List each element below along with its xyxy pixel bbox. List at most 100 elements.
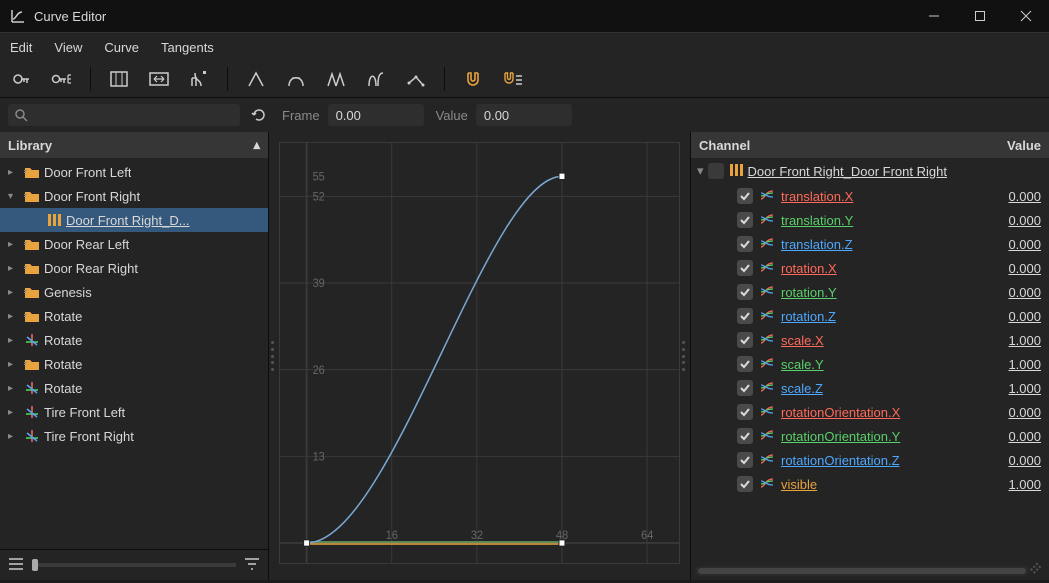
channel-row[interactable]: rotation.Y0.000 [691,280,1049,304]
menu-curve[interactable]: Curve [104,40,139,55]
menu-tangents[interactable]: Tangents [161,40,214,55]
curve-graph[interactable]: 555239261316324864 [269,132,690,580]
minimize-button[interactable] [911,0,957,32]
channel-checkbox[interactable] [737,356,753,372]
channel-panel: Channel Value ▾ Door Front Right_Door Fr… [690,132,1049,580]
channel-value[interactable]: 0.000 [1008,213,1041,228]
library-item[interactable]: ▸Door Front Left [0,160,268,184]
refresh-button[interactable] [248,104,270,126]
library-item[interactable]: ▸Door Rear Left [0,232,268,256]
filter-icon[interactable] [244,557,260,574]
resize-grip-icon[interactable]: ⠿ [1026,560,1049,583]
zoom-slider[interactable] [32,563,236,567]
search-input[interactable] [8,104,240,126]
channel-value[interactable]: 0.000 [1008,453,1041,468]
library-item[interactable]: Door Front Right_D... [0,208,268,232]
channel-row[interactable]: visible1.000 [691,472,1049,496]
chevron-right-icon[interactable]: ▸ [8,311,20,322]
frame-range-icon[interactable] [145,65,173,93]
channel-root[interactable]: ▾ Door Front Right_Door Front Right [691,158,1049,184]
chevron-down-icon[interactable]: ▾ [8,191,20,202]
chevron-right-icon[interactable]: ▸ [8,287,20,298]
channel-value[interactable]: 0.000 [1008,237,1041,252]
library-item[interactable]: ▸Rotate [0,328,268,352]
channel-value[interactable]: 1.000 [1008,477,1041,492]
channel-row[interactable]: translation.Y0.000 [691,208,1049,232]
channel-checkbox[interactable] [737,452,753,468]
channel-value[interactable]: 0.000 [1008,309,1041,324]
tangent-step-icon[interactable] [322,65,350,93]
library-item[interactable]: ▸Rotate [0,352,268,376]
splitter-right[interactable] [682,341,688,371]
channel-checkbox[interactable] [737,332,753,348]
channel-checkbox[interactable] [737,188,753,204]
channel-row[interactable]: rotation.Z0.000 [691,304,1049,328]
magnet-settings-icon[interactable] [499,65,527,93]
tangent-linear-icon[interactable] [242,65,270,93]
chevron-right-icon[interactable]: ▸ [8,431,20,442]
tangent-flat-icon[interactable] [282,65,310,93]
channel-value[interactable]: 0.000 [1008,285,1041,300]
menu-edit[interactable]: Edit [10,40,32,55]
channel-checkbox[interactable] [737,380,753,396]
chevron-right-icon[interactable]: ▸ [8,383,20,394]
channel-row[interactable]: scale.Z1.000 [691,376,1049,400]
key-icon[interactable] [8,65,36,93]
channel-row[interactable]: scale.Y1.000 [691,352,1049,376]
channel-value[interactable]: 0.000 [1008,189,1041,204]
channel-value[interactable]: 0.000 [1008,429,1041,444]
channel-checkbox[interactable] [737,236,753,252]
chevron-right-icon[interactable]: ▸ [8,407,20,418]
channel-checkbox[interactable] [737,308,753,324]
channel-row[interactable]: translation.Z0.000 [691,232,1049,256]
channel-checkbox[interactable] [737,284,753,300]
library-item[interactable]: ▸ Rotate [0,376,268,400]
library-item-label: Rotate [44,381,82,396]
library-item[interactable]: ▾Door Front Right [0,184,268,208]
magnet-icon[interactable] [459,65,487,93]
channel-value[interactable]: 1.000 [1008,381,1041,396]
channel-checkbox[interactable] [737,212,753,228]
splitter-left[interactable] [271,341,277,371]
channel-checkbox[interactable] [737,404,753,420]
chevron-right-icon[interactable]: ▸ [8,167,20,178]
chevron-right-icon[interactable]: ▸ [8,335,20,346]
list-icon[interactable] [8,557,24,574]
channel-value[interactable]: 0.000 [1008,261,1041,276]
library-item[interactable]: ▸Tire Front Right [0,424,268,448]
channel-row[interactable]: scale.X1.000 [691,328,1049,352]
library-item[interactable]: ▸Door Rear Right [0,256,268,280]
channel-value[interactable]: 1.000 [1008,357,1041,372]
channel-checkbox[interactable] [737,428,753,444]
horizontal-scrollbar[interactable] [695,566,1029,576]
key-all-icon[interactable] [48,65,76,93]
chevron-right-icon[interactable]: ▸ [8,263,20,274]
tangent-spline-icon[interactable] [362,65,390,93]
value-input[interactable] [476,104,572,126]
close-button[interactable] [1003,0,1049,32]
menu-view[interactable]: View [54,40,82,55]
channel-checkbox[interactable] [737,260,753,276]
chevron-right-icon[interactable]: ▸ [8,359,20,370]
channel-row[interactable]: translation.X0.000 [691,184,1049,208]
channel-row[interactable]: rotationOrientation.X0.000 [691,400,1049,424]
channel-row[interactable]: rotation.X0.000 [691,256,1049,280]
snap-icon[interactable] [185,65,213,93]
frame-all-icon[interactable] [105,65,133,93]
channel-value[interactable]: 1.000 [1008,333,1041,348]
maximize-button[interactable] [957,0,1003,32]
channel-checkbox[interactable] [737,476,753,492]
library-item[interactable]: ▸Tire Front Left [0,400,268,424]
channel-row[interactable]: rotationOrientation.Z0.000 [691,448,1049,472]
library-item[interactable]: ▸Genesis [0,280,268,304]
graph-canvas[interactable]: 555239261316324864 [280,143,679,563]
library-item[interactable]: ▸Rotate [0,304,268,328]
channel-row[interactable]: rotationOrientation.Y0.000 [691,424,1049,448]
frame-input[interactable] [328,104,424,126]
library-header[interactable]: Library ▴ [0,132,268,158]
tangent-broken-icon[interactable] [402,65,430,93]
channel-value[interactable]: 0.000 [1008,405,1041,420]
chevron-right-icon[interactable]: ▸ [8,239,20,250]
library-footer [0,549,268,580]
root-checkbox[interactable] [708,163,724,179]
